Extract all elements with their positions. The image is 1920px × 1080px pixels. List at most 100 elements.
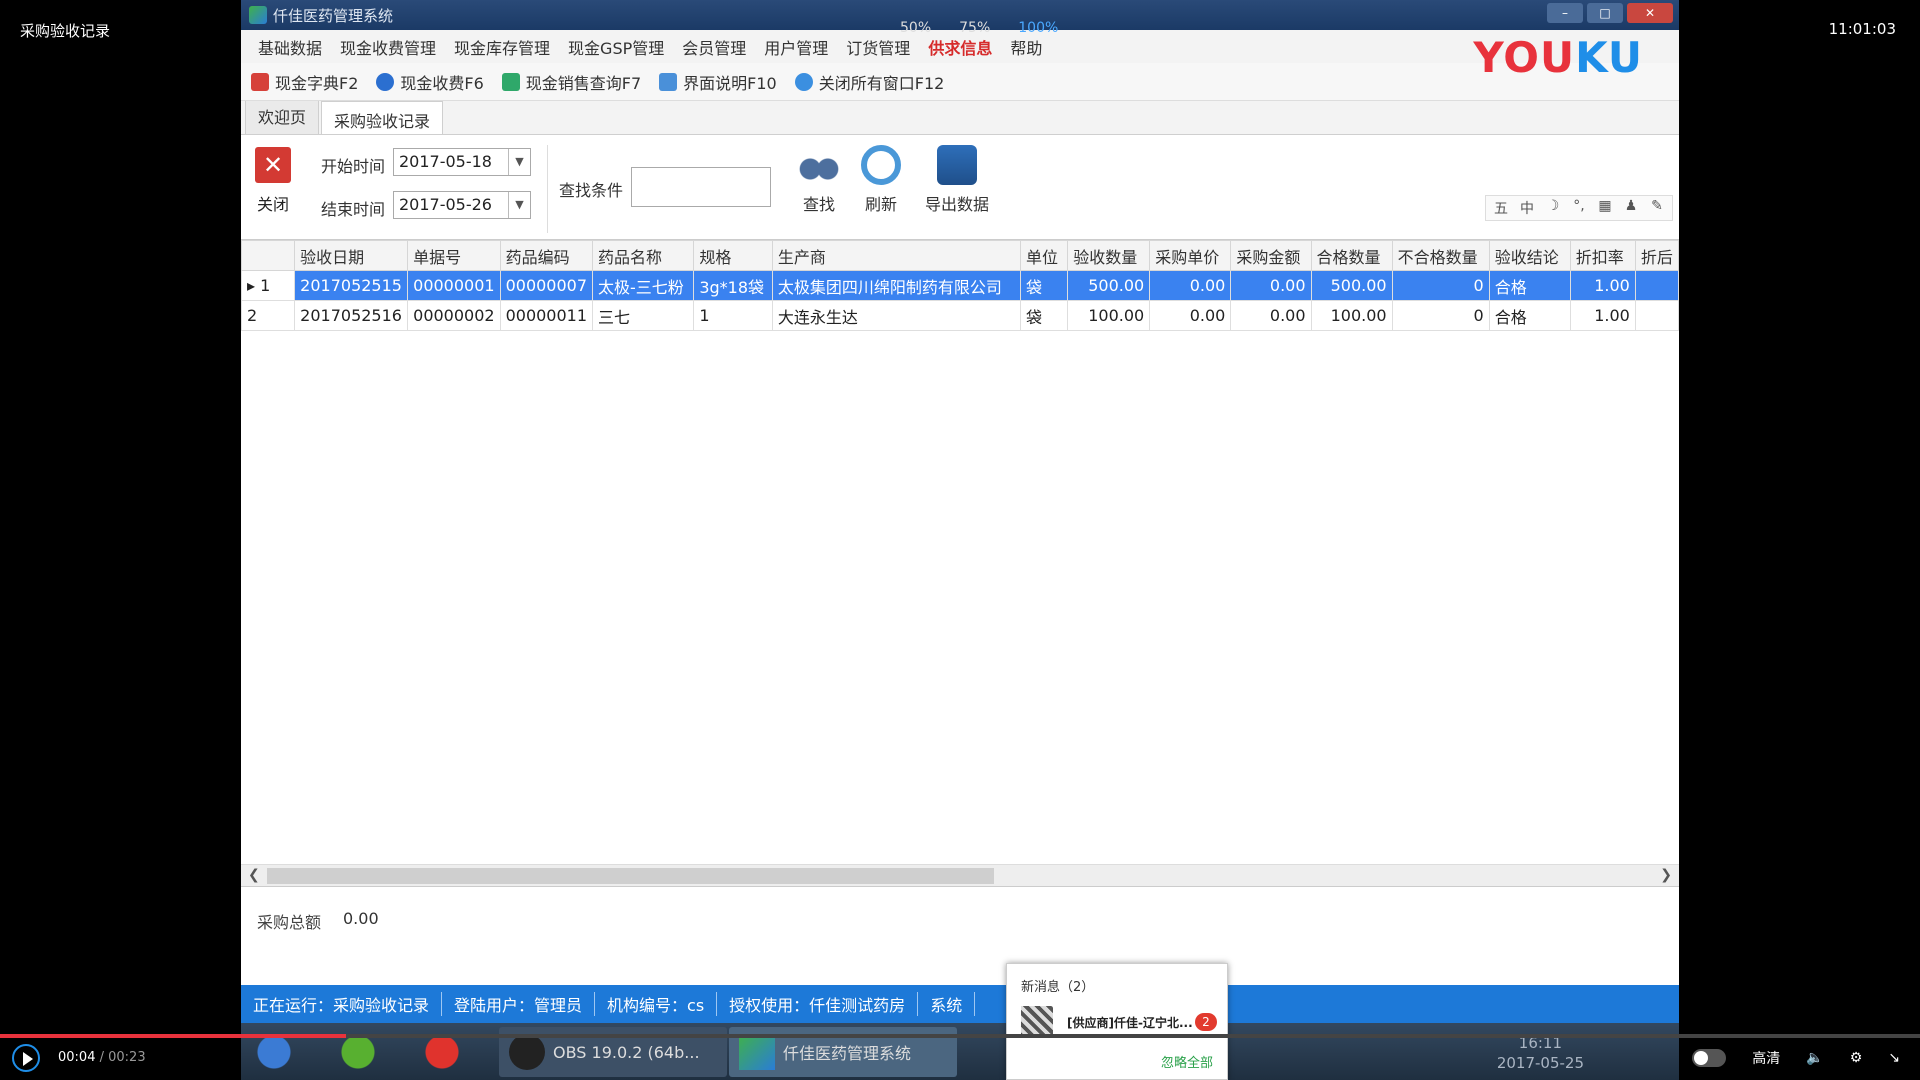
col-header[interactable]: 单据号 bbox=[407, 240, 501, 271]
col-header[interactable]: 生产商 bbox=[771, 240, 1021, 271]
menu-cash-stock[interactable]: 现金库存管理 bbox=[445, 35, 559, 59]
cell-unqualified-qty[interactable]: 0 bbox=[1391, 270, 1490, 301]
zoom-50[interactable]: 50% bbox=[900, 20, 931, 36]
cell-discount[interactable]: 1.00 bbox=[1569, 300, 1636, 331]
chevron-right-icon[interactable]: ❯ bbox=[1660, 867, 1672, 883]
settings-gear-icon[interactable]: ⚙ bbox=[1850, 1050, 1863, 1066]
cell-amount[interactable]: 0.00 bbox=[1230, 300, 1312, 331]
cell-amount[interactable]: 0.00 bbox=[1230, 270, 1312, 301]
ime-keyboard-icon[interactable]: ▦ bbox=[1594, 198, 1616, 218]
video-progress-bar[interactable] bbox=[0, 1034, 1920, 1038]
col-header[interactable]: 单位 bbox=[1019, 240, 1069, 271]
toolbar-charge-button[interactable]: 现金收费F6 bbox=[376, 70, 484, 94]
quality-button[interactable]: 高清 bbox=[1752, 1048, 1780, 1068]
cell-doc-no[interactable]: 00000001 bbox=[407, 270, 501, 301]
cell-accept-qty[interactable]: 100.00 bbox=[1067, 300, 1151, 331]
table-row[interactable]: ▸ 1 2017052515 00000001 00000007 太极-三七粉 … bbox=[241, 270, 1679, 301]
find-button[interactable]: 查找 bbox=[797, 145, 841, 215]
play-icon[interactable] bbox=[12, 1044, 40, 1072]
menu-help[interactable]: 帮助 bbox=[1001, 35, 1051, 59]
cell-drug-name[interactable]: 太极-三七粉 bbox=[592, 270, 695, 301]
volume-icon[interactable]: 🔈 bbox=[1806, 1050, 1823, 1066]
youku-logo: YOUKU bbox=[1473, 33, 1643, 82]
notification-message[interactable]: [供应商]仟佳-辽宁北... bbox=[1067, 1014, 1193, 1031]
col-header[interactable]: 药品名称 bbox=[592, 240, 695, 271]
col-header[interactable]: 折后 bbox=[1634, 240, 1679, 271]
ime-moon-icon[interactable]: ☽ bbox=[1542, 198, 1564, 218]
close-tab-button[interactable]: ✕ 关闭 bbox=[253, 147, 293, 215]
cell-date[interactable]: 2017052515 bbox=[294, 270, 409, 301]
ime-wrench-icon[interactable]: ✎ bbox=[1646, 198, 1668, 218]
cell-unqualified-qty[interactable]: 0 bbox=[1391, 300, 1490, 331]
zoom-100[interactable]: 100% bbox=[1018, 20, 1058, 36]
tab-welcome[interactable]: 欢迎页 bbox=[245, 97, 320, 134]
cell-spec[interactable]: 1 bbox=[693, 300, 773, 331]
chevron-left-icon[interactable]: ❮ bbox=[248, 867, 260, 883]
menu-cash-gsp[interactable]: 现金GSP管理 bbox=[559, 35, 673, 59]
zoom-75[interactable]: 75% bbox=[959, 20, 990, 36]
menu-supply-info[interactable]: 供求信息 bbox=[919, 35, 1001, 59]
close-window-button[interactable]: ✕ bbox=[1627, 3, 1673, 23]
toolbar-sales-query-button[interactable]: 现金销售查询F7 bbox=[501, 70, 641, 94]
export-button[interactable]: 导出数据 bbox=[925, 145, 989, 215]
start-date-picker[interactable]: 2017-05-18 ▼ bbox=[393, 148, 531, 176]
cell-conclusion[interactable]: 合格 bbox=[1488, 270, 1571, 301]
end-time-label: 结束时间 bbox=[321, 200, 386, 219]
col-header[interactable]: 验收结论 bbox=[1488, 240, 1571, 271]
cell-manufacturer[interactable]: 大连永生达 bbox=[771, 300, 1021, 331]
menu-basic-data[interactable]: 基础数据 bbox=[249, 35, 331, 59]
cell-after-discount[interactable] bbox=[1634, 270, 1679, 301]
cell-unit[interactable]: 袋 bbox=[1019, 300, 1069, 331]
col-header[interactable]: 不合格数量 bbox=[1391, 240, 1490, 271]
col-header[interactable]: 验收数量 bbox=[1067, 240, 1151, 271]
tab-purchase-acceptance[interactable]: 采购验收记录 bbox=[321, 101, 444, 134]
menu-member[interactable]: 会员管理 bbox=[673, 35, 755, 59]
cell-after-discount[interactable] bbox=[1634, 300, 1679, 331]
minimize-button[interactable]: – bbox=[1547, 3, 1583, 23]
menu-cash-charge[interactable]: 现金收费管理 bbox=[331, 35, 445, 59]
menu-order[interactable]: 订货管理 bbox=[837, 35, 919, 59]
cell-qualified-qty[interactable]: 500.00 bbox=[1310, 270, 1393, 301]
col-header[interactable]: 验收日期 bbox=[294, 240, 409, 271]
cell-manufacturer[interactable]: 太极集团四川绵阳制药有限公司 bbox=[771, 270, 1021, 301]
toolbar-dictionary-button[interactable]: 现金字典F2 bbox=[251, 70, 358, 94]
toolbar-help-button[interactable]: 界面说明F10 bbox=[659, 70, 777, 94]
col-header[interactable]: 药品编码 bbox=[499, 240, 594, 271]
menu-user[interactable]: 用户管理 bbox=[755, 35, 837, 59]
refresh-button[interactable]: 刷新 bbox=[861, 145, 901, 215]
exit-fullscreen-icon[interactable]: ↘ bbox=[1888, 1050, 1900, 1066]
cell-drug-code[interactable]: 00000011 bbox=[499, 300, 594, 331]
col-header[interactable]: 采购单价 bbox=[1149, 240, 1232, 271]
cell-accept-qty[interactable]: 500.00 bbox=[1067, 270, 1151, 301]
cell-date[interactable]: 2017052516 bbox=[294, 300, 409, 331]
col-header[interactable]: 合格数量 bbox=[1310, 240, 1393, 271]
ime-wubi-icon[interactable]: 五 bbox=[1490, 198, 1512, 218]
col-header[interactable]: 规格 bbox=[693, 240, 773, 271]
cell-conclusion[interactable]: 合格 bbox=[1488, 300, 1571, 331]
toolbar-close-all-button[interactable]: 关闭所有窗口F12 bbox=[794, 70, 944, 94]
maximize-button[interactable]: □ bbox=[1587, 3, 1623, 23]
chevron-down-icon[interactable]: ▼ bbox=[508, 192, 530, 218]
col-header[interactable]: 采购金额 bbox=[1230, 240, 1312, 271]
ime-chinese-icon[interactable]: 中 bbox=[1516, 198, 1538, 218]
cell-discount[interactable]: 1.00 bbox=[1569, 270, 1636, 301]
cell-drug-name[interactable]: 三七 bbox=[592, 300, 695, 331]
end-date-picker[interactable]: 2017-05-26 ▼ bbox=[393, 191, 531, 219]
scrollbar-thumb[interactable] bbox=[267, 868, 994, 884]
col-header[interactable]: 折扣率 bbox=[1569, 240, 1636, 271]
start-time-label: 开始时间 bbox=[321, 157, 386, 176]
cell-spec[interactable]: 3g*18袋 bbox=[693, 270, 773, 301]
cell-doc-no[interactable]: 00000002 bbox=[407, 300, 501, 331]
ime-user-icon[interactable]: ♟ bbox=[1620, 198, 1642, 218]
table-row[interactable]: 2 2017052516 00000002 00000011 三七 1 大连永生… bbox=[241, 300, 1679, 331]
danmaku-toggle[interactable] bbox=[1692, 1049, 1727, 1067]
horizontal-scrollbar[interactable]: ❮ ❯ bbox=[241, 864, 1679, 886]
cell-unit-price[interactable]: 0.00 bbox=[1149, 300, 1232, 331]
cell-unit-price[interactable]: 0.00 bbox=[1149, 270, 1232, 301]
ime-punct-icon[interactable]: °, bbox=[1568, 198, 1590, 218]
cell-drug-code[interactable]: 00000007 bbox=[499, 270, 594, 301]
search-input[interactable] bbox=[631, 167, 771, 207]
chevron-down-icon[interactable]: ▼ bbox=[508, 149, 530, 175]
cell-unit[interactable]: 袋 bbox=[1019, 270, 1069, 301]
cell-qualified-qty[interactable]: 100.00 bbox=[1310, 300, 1393, 331]
